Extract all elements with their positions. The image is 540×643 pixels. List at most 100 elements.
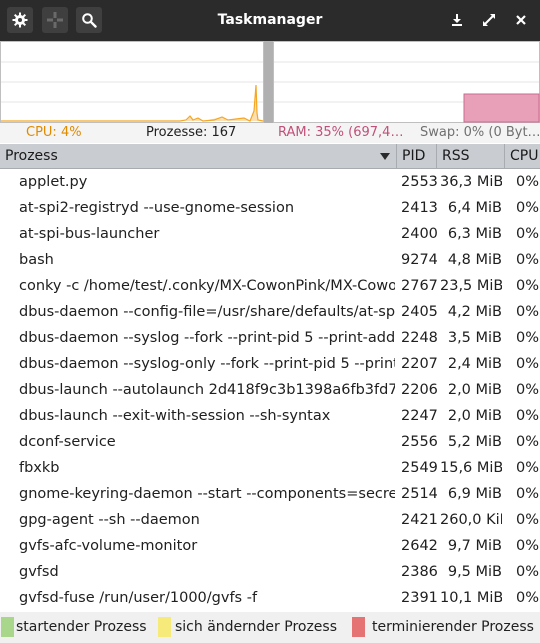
table-row[interactable]: applet.py 2553 36,3 MiB 0% [0,169,540,195]
process-pid: 2421 [401,512,437,528]
process-pid: 2767 [401,278,437,294]
process-cpu: 0% [516,330,540,346]
process-rss: 9,5 MiB [447,564,502,580]
process-pid: 9274 [401,252,437,268]
process-list: applet.py 2553 36,3 MiB 0% at-spi2-registryd… [0,169,540,610]
process-pid: 2386 [401,564,437,580]
search-button[interactable] [76,7,102,33]
process-name: gpg-agent --sh --daemon [19,512,200,528]
table-row[interactable]: gvfsd 2386 9,5 MiB 0% [0,559,540,585]
column-header-pid[interactable]: PID [397,144,437,168]
gear-icon [12,12,28,28]
process-rss: 3,5 MiB [447,330,502,346]
column-header-process[interactable]: Prozess [0,144,397,168]
process-pid: 2400 [401,226,437,242]
process-rss: 9,7 MiB [447,538,502,554]
graph-splitter[interactable] [264,41,273,123]
column-header-rss[interactable]: RSS [437,144,505,168]
process-pid: 2206 [401,382,437,398]
close-icon [516,15,526,25]
process-rss: 260,0 KiB [440,512,502,528]
table-header: Prozess PID RSS CPU [0,144,540,169]
process-name: at-spi2-registryd --use-gnome-session [19,200,295,216]
table-row[interactable]: bash 9274 4,8 MiB 0% [0,247,540,273]
sort-down-icon [380,153,390,160]
table-row[interactable]: fbxkb 2549 15,6 MiB 0% [0,455,540,481]
process-rss: 4,8 MiB [447,252,502,268]
table-row[interactable]: dbus-launch --autolaunch 2d418f9c3b1398a… [0,377,540,403]
title-bar: Taskmanager [0,0,540,41]
table-row[interactable]: gvfsd-fuse /run/user/1000/gvfs -f 2391 10,… [0,585,540,610]
process-cpu: 0% [516,252,540,268]
process-name: gvfsd [19,564,59,580]
process-cpu: 0% [516,564,540,580]
maximize-button[interactable] [478,9,500,31]
legend-swatch-terminating [352,617,365,637]
process-pid: 2642 [401,538,437,554]
crosshair-icon [47,12,63,28]
process-name: fbxkb [19,460,60,476]
settings-button[interactable] [7,7,33,33]
table-row[interactable]: conky -c /home/test/.conky/MX-CowonPink/… [0,273,540,299]
swap-usage: Swap: 0% (0 Byt… [420,125,540,140]
process-cpu: 0% [516,408,540,424]
table-row[interactable]: dbus-daemon --syslog --fork --print-pid … [0,325,540,351]
table-row[interactable]: dbus-launch --exit-with-session --sh-syn… [0,403,540,429]
process-cpu: 0% [516,512,540,528]
process-name: dconf-service [19,434,116,450]
ram-usage: RAM: 35% (697,4… [278,125,404,140]
process-cpu: 0% [516,304,540,320]
process-pid: 2556 [401,434,437,450]
legend-label-changing: sich ändernder Prozess [175,619,338,635]
process-cpu: 0% [516,486,540,502]
minimize-button[interactable] [446,9,468,31]
process-name: gnome-keyring-daemon --start --component… [19,486,395,502]
process-rss: 36,3 MiB [440,174,502,190]
process-rss: 6,9 MiB [447,486,502,502]
table-row[interactable]: dbus-daemon --config-file=/usr/share/def… [0,299,540,325]
process-name: dbus-daemon --syslog --fork --print-pid … [19,330,395,346]
process-name: conky -c /home/test/.conky/MX-CowonPink/… [19,278,395,294]
table-row[interactable]: dconf-service 2556 5,2 MiB 0% [0,429,540,455]
column-header-cpu[interactable]: CPU [505,144,540,168]
process-name: at-spi-bus-launcher [19,226,160,242]
column-label-process: Prozess [5,148,58,164]
status-bar: CPU: 4% Prozesse: 167 RAM: 35% (697,4… S… [0,123,540,143]
select-window-button[interactable] [42,7,68,33]
process-name: dbus-launch --exit-with-session --sh-syn… [19,408,331,424]
process-cpu: 0% [516,200,540,216]
process-name: gvfsd-fuse /run/user/1000/gvfs -f [19,590,258,606]
process-rss: 2,4 MiB [447,356,502,372]
process-rss: 4,2 MiB [447,304,502,320]
graph-area [0,41,540,123]
process-name: dbus-daemon --config-file=/usr/share/def… [19,304,395,320]
legend-swatch-starting [1,617,14,637]
process-name: gvfs-afc-volume-monitor [19,538,198,554]
table-row[interactable]: gvfs-afc-volume-monitor 2642 9,7 MiB 0% [0,533,540,559]
legend-label-starting: startender Prozess [16,619,147,635]
process-rss: 23,5 MiB [440,278,502,294]
table-row[interactable]: dbus-daemon --syslog-only --fork --print… [0,351,540,377]
download-icon [452,14,462,26]
monitor-graphs [0,41,540,123]
process-cpu: 0% [516,356,540,372]
process-cpu: 0% [516,434,540,450]
process-pid: 2549 [401,460,437,476]
process-pid: 2553 [401,174,437,190]
process-rss: 15,6 MiB [440,460,502,476]
process-name: applet.py [19,174,88,190]
process-rss: 5,2 MiB [447,434,502,450]
process-name: bash [19,252,54,268]
process-pid: 2405 [401,304,437,320]
process-name: dbus-daemon --syslog-only --fork --print… [19,356,395,372]
table-row[interactable]: at-spi2-registryd --use-gnome-session 241… [0,195,540,221]
process-pid: 2413 [401,200,437,216]
table-row[interactable]: gpg-agent --sh --daemon 2421260,0 KiB 0% [0,507,540,533]
process-cpu: 0% [516,590,540,606]
table-row[interactable]: gnome-keyring-daemon --start --component… [0,481,540,507]
cpu-usage: CPU: 4% [26,125,82,140]
table-row[interactable]: at-spi-bus-launcher 2400 6,3 MiB 0% [0,221,540,247]
process-pid: 2391 [401,590,437,606]
process-pid: 2514 [401,486,437,502]
close-button[interactable] [510,9,532,31]
